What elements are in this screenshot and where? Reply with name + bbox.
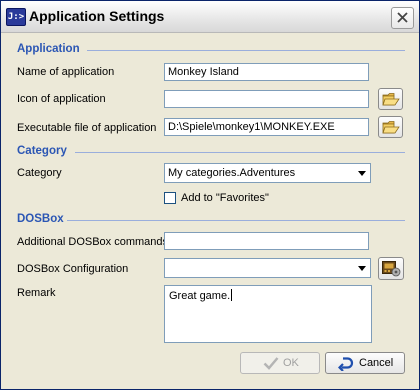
exe-label: Executable file of application	[17, 122, 157, 134]
section-heading-application: Application	[17, 43, 80, 55]
close-button[interactable]	[391, 7, 414, 29]
app-icon: J:>	[6, 8, 26, 26]
category-selected-value: My categories.Adventures	[168, 167, 296, 179]
folder-open-icon	[382, 121, 400, 134]
text-caret	[231, 289, 233, 301]
cancel-button[interactable]: Cancel	[325, 352, 405, 374]
favorites-label[interactable]: Add to "Favorites"	[181, 192, 269, 204]
undo-arrow-icon	[338, 357, 354, 371]
chevron-down-icon	[358, 171, 366, 176]
browse-icon-button[interactable]	[378, 88, 403, 110]
ok-button-label: OK	[283, 357, 299, 369]
window-title: Application Settings	[29, 8, 165, 24]
category-label: Category	[17, 167, 62, 179]
section-divider-dosbox	[67, 220, 405, 221]
close-icon	[397, 12, 408, 23]
remark-textarea[interactable]: Great game.	[164, 285, 372, 343]
remark-text: Great game.	[169, 290, 231, 302]
browse-exe-button[interactable]	[378, 116, 403, 138]
commands-label: Additional DOSBox commands	[17, 236, 169, 248]
section-divider-application	[87, 50, 405, 51]
config-select[interactable]	[164, 258, 371, 278]
commands-input[interactable]	[164, 232, 369, 250]
exe-input[interactable]: D:\Spiele\monkey1\MONKEY.EXE	[164, 118, 369, 136]
remark-label: Remark	[17, 287, 56, 299]
edit-config-button[interactable]	[378, 257, 404, 280]
cancel-button-label: Cancel	[359, 357, 394, 369]
section-heading-category: Category	[17, 145, 67, 157]
config-label: DOSBox Configuration	[17, 263, 129, 275]
section-divider-category	[75, 152, 405, 153]
chevron-down-icon	[358, 266, 366, 271]
icon-label: Icon of application	[17, 93, 106, 105]
favorites-checkbox[interactable]	[164, 192, 176, 204]
checkmark-icon	[263, 357, 279, 370]
title-bar[interactable]: J:> Application Settings	[1, 1, 419, 33]
dosbox-config-icon	[382, 261, 401, 277]
name-label: Name of application	[17, 66, 115, 78]
folder-open-icon	[382, 93, 400, 106]
ok-button[interactable]: OK	[240, 352, 320, 374]
section-heading-dosbox: DOSBox	[17, 213, 64, 225]
name-input[interactable]: Monkey Island	[164, 63, 369, 81]
category-select[interactable]: My categories.Adventures	[164, 163, 371, 183]
icon-input[interactable]	[164, 90, 369, 108]
application-settings-dialog: J:> Application Settings Application Nam…	[0, 0, 420, 390]
